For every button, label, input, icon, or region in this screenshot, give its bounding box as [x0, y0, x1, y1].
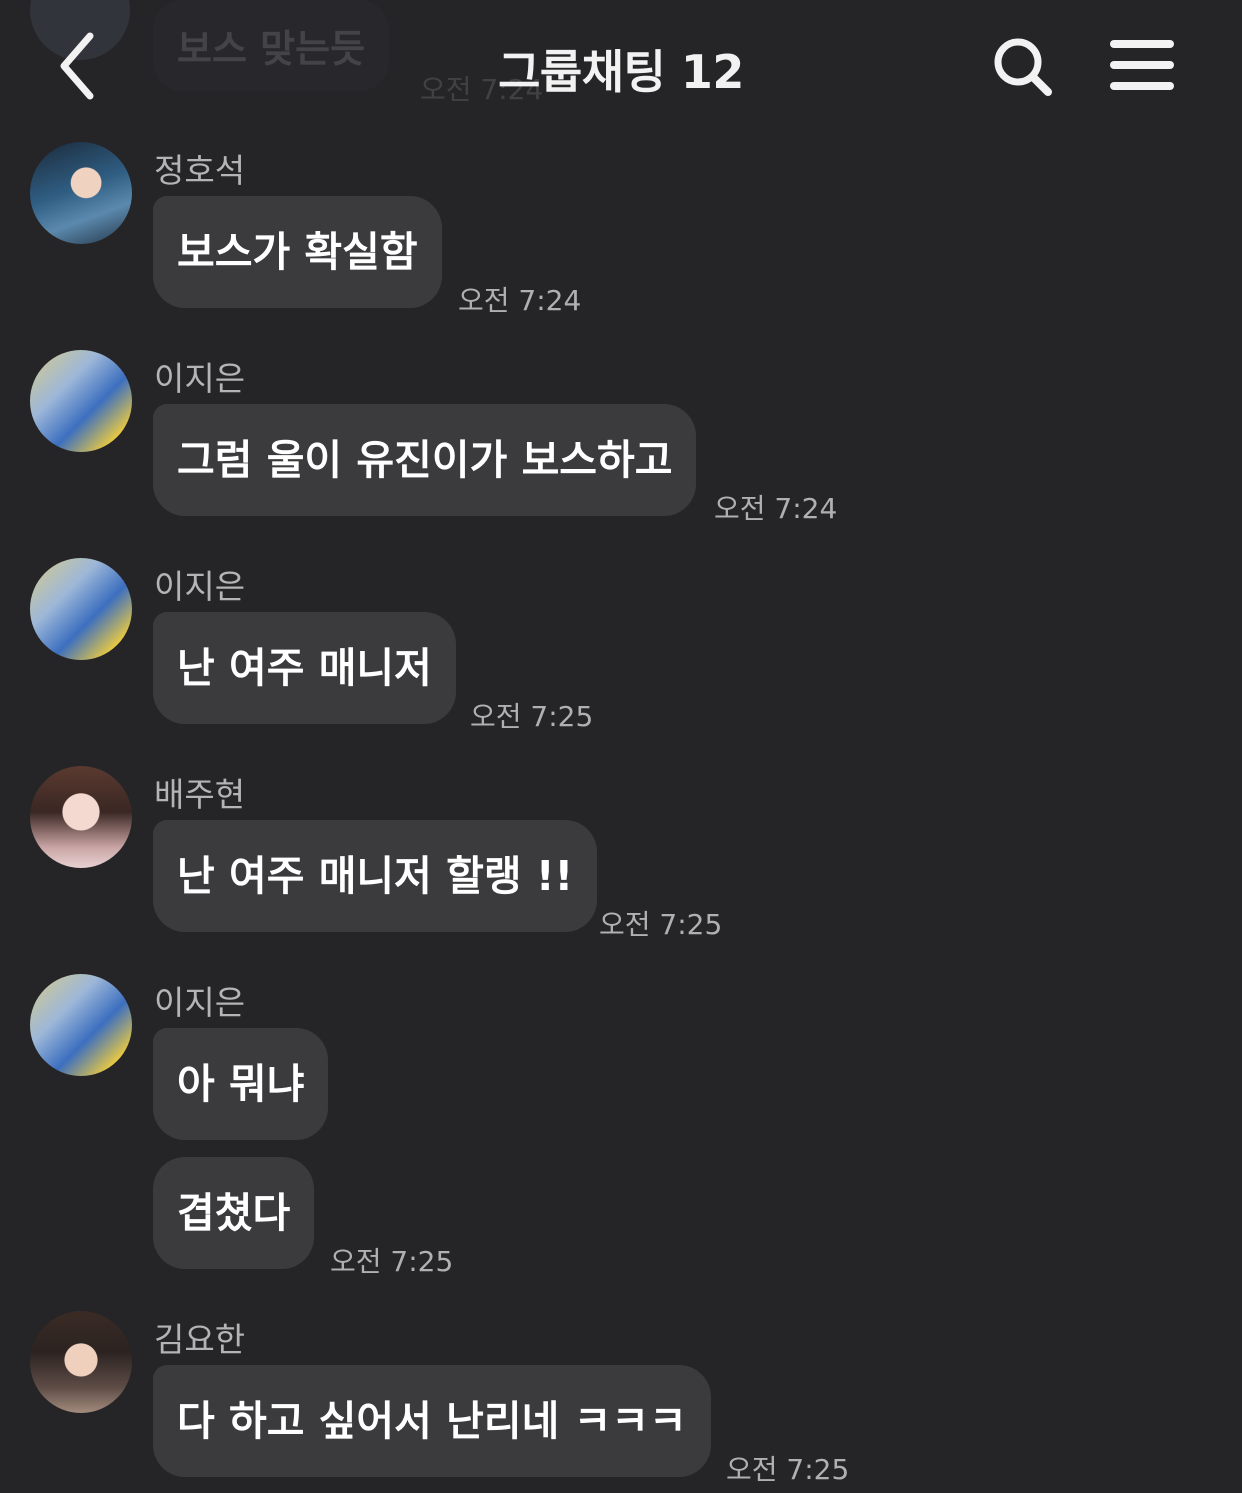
sender-name: 이지은: [154, 359, 246, 398]
sender-name: 이지은: [154, 567, 246, 606]
chat-screen: 보스 맞는듯 오전 7:24 그룹채팅 12 정호석 보스가 확실함 오전 7:…: [0, 0, 1242, 1493]
chat-header: 그룹채팅 12: [0, 0, 1242, 130]
avatar[interactable]: [30, 766, 132, 868]
sender-name: 김요한: [154, 1320, 246, 1359]
avatar[interactable]: [30, 142, 132, 244]
menu-button[interactable]: [1108, 38, 1180, 96]
avatar[interactable]: [30, 350, 132, 452]
message-time: 오전 7:24: [714, 492, 838, 525]
message-bubble[interactable]: 아 뭐냐: [153, 1028, 329, 1140]
message-bubble[interactable]: 난 여주 매니저: [153, 612, 456, 724]
message-bubble[interactable]: 겹쳤다: [153, 1157, 315, 1269]
avatar[interactable]: [30, 1311, 132, 1413]
avatar[interactable]: [30, 974, 132, 1076]
message-bubble[interactable]: 난 여주 매니저 할랭 !!: [153, 820, 598, 932]
message-time: 오전 7:25: [599, 908, 723, 941]
message-bubble[interactable]: 그럼 울이 유진이가 보스하고: [153, 404, 697, 516]
message-time: 오전 7:25: [470, 700, 594, 733]
message-time: 오전 7:25: [330, 1245, 454, 1278]
message-bubble[interactable]: 보스가 확실함: [153, 196, 442, 308]
message-time: 오전 7:24: [458, 284, 582, 317]
sender-name: 배주현: [154, 775, 246, 814]
search-button[interactable]: [990, 34, 1056, 100]
message-time: 오전 7:25: [726, 1453, 850, 1486]
sender-name: 정호석: [154, 151, 246, 190]
avatar[interactable]: [30, 558, 132, 660]
sender-name: 이지은: [154, 983, 246, 1022]
message-bubble[interactable]: 다 하고 싶어서 난리네 ㅋㅋㅋ: [153, 1365, 711, 1477]
search-icon: [994, 38, 1052, 96]
